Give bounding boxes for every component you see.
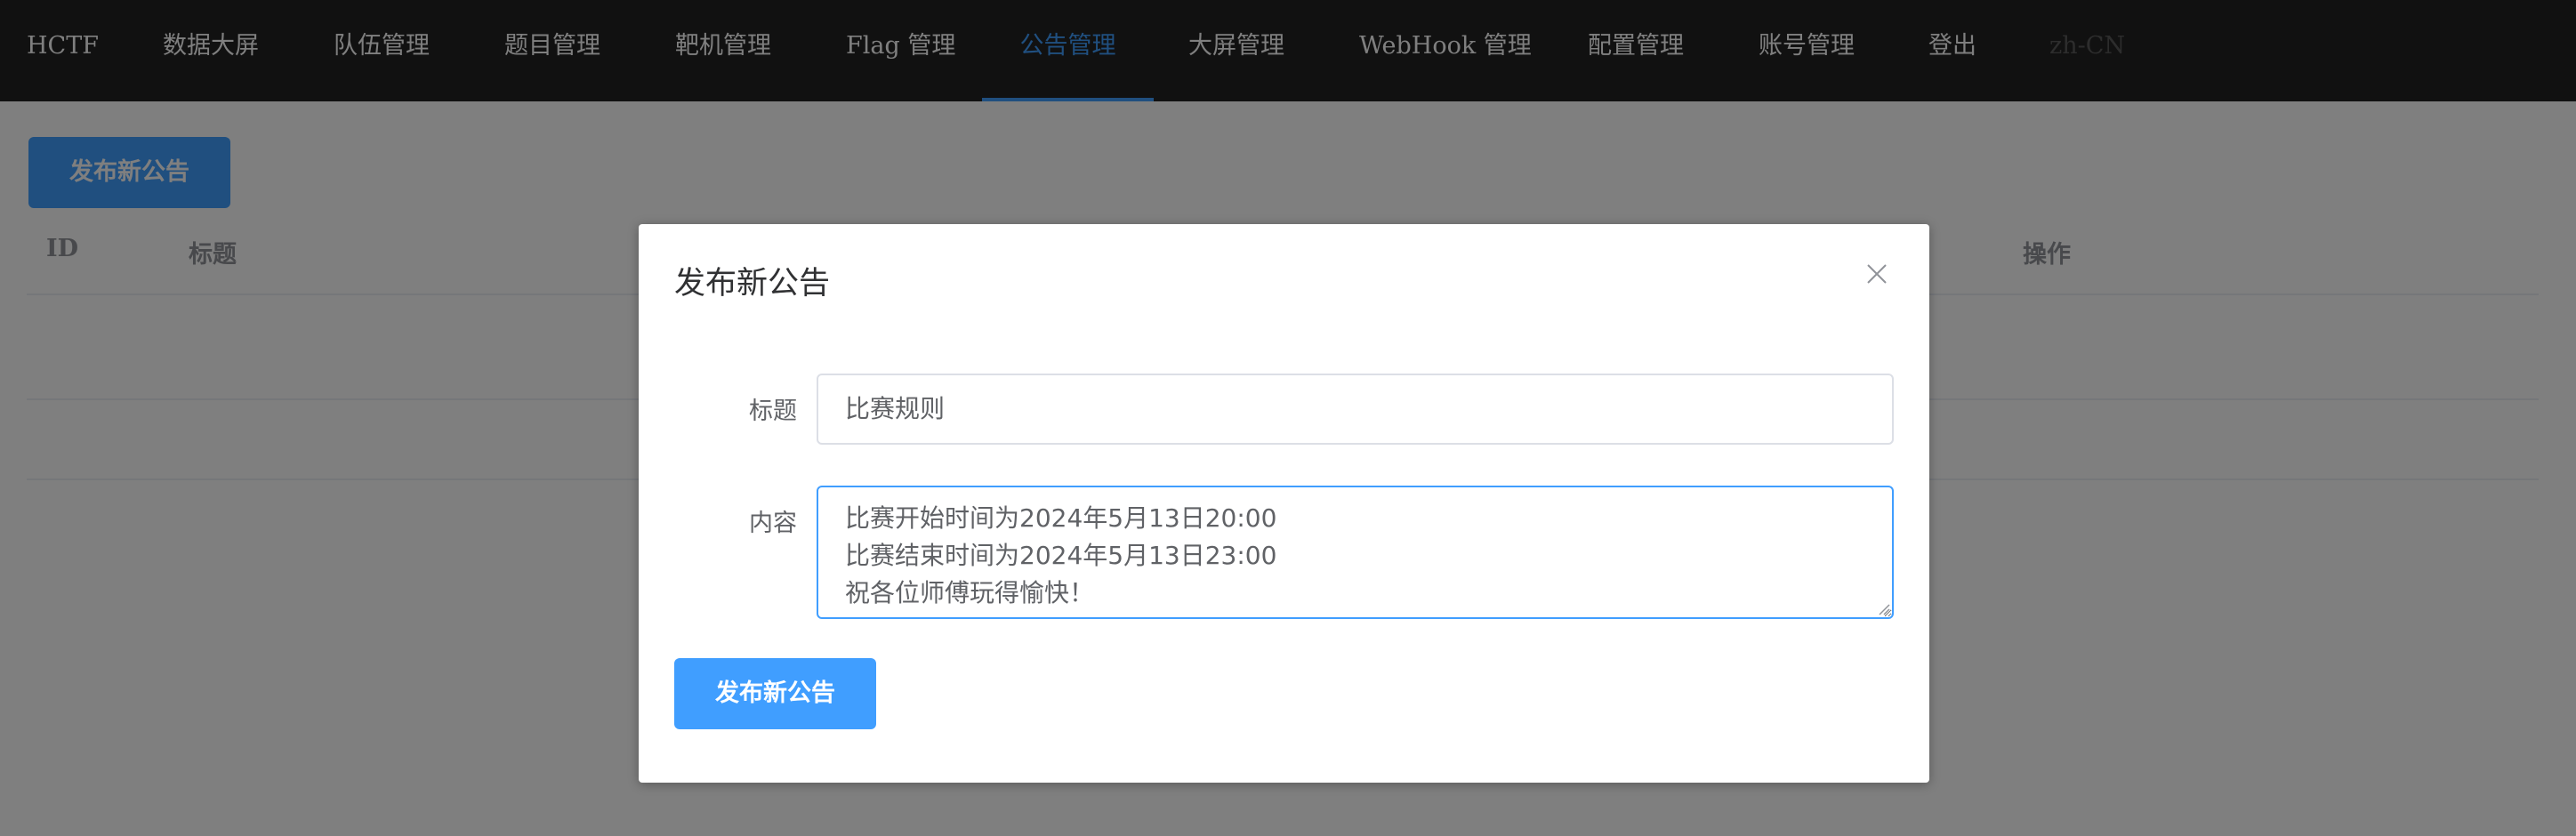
publish-announcement-dialog: 发布新公告 标题 比赛规则 内容 比赛开始时间为2024年5月13日20:00 … <box>639 224 1929 783</box>
content-field-label: 内容 <box>749 510 797 537</box>
resize-handle-icon[interactable] <box>1876 601 1890 615</box>
content-line: 比赛结束时间为2024年5月13日23:00 <box>845 541 1277 570</box>
submit-announcement-button[interactable]: 发布新公告 <box>674 658 876 729</box>
title-field-label: 标题 <box>749 398 797 425</box>
content-line: 祝各位师傅玩得愉快！ <box>845 578 1095 607</box>
dialog-title: 发布新公告 <box>674 266 831 301</box>
content-textarea[interactable]: 比赛开始时间为2024年5月13日20:00 比赛结束时间为2024年5月13日… <box>817 486 1894 619</box>
title-input[interactable]: 比赛规则 <box>817 374 1894 445</box>
close-icon[interactable] <box>1864 261 1889 286</box>
content-line: 比赛开始时间为2024年5月13日20:00 <box>845 503 1277 533</box>
